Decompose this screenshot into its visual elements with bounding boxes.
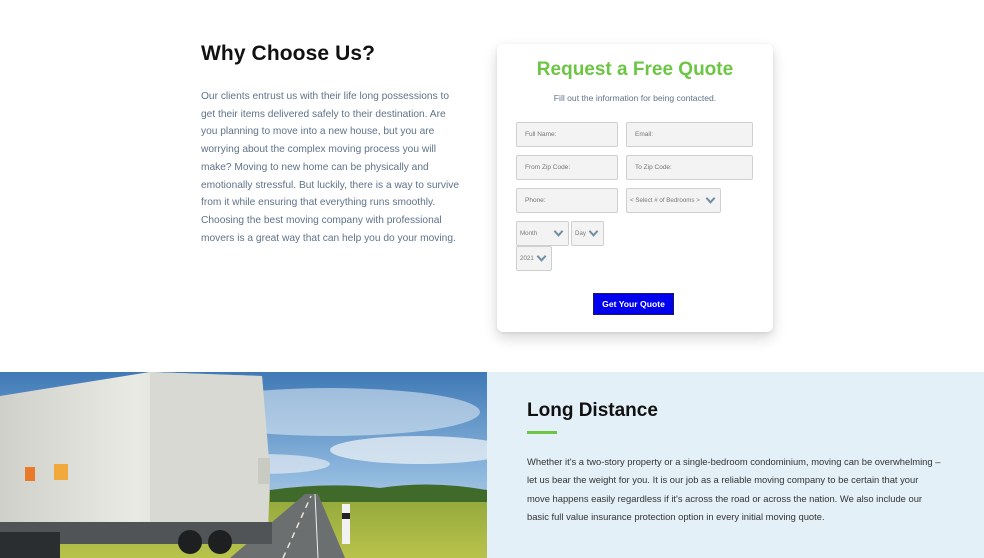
day-select-value: Day xyxy=(575,230,587,237)
phone-input[interactable] xyxy=(516,188,618,213)
long-distance-section: Long Distance Whether it's a two-story p… xyxy=(487,372,984,558)
chevron-down-icon xyxy=(553,230,564,237)
month-select-value: Month xyxy=(520,230,538,237)
chevron-down-icon xyxy=(536,255,547,262)
truck-on-highway-photo xyxy=(0,372,487,558)
from-zip-input[interactable] xyxy=(516,155,618,180)
to-zip-input[interactable] xyxy=(626,155,753,180)
bedrooms-select-value: < Select # of Bedrooms > xyxy=(630,197,700,204)
title-underline-divider xyxy=(527,431,557,434)
chevron-down-icon xyxy=(705,197,716,204)
quote-form-card: Request a Free Quote Fill out the inform… xyxy=(497,44,773,332)
long-distance-text: Whether it's a two-story property or a s… xyxy=(527,456,941,522)
why-choose-us-text: Our clients entrust us with their life l… xyxy=(201,91,459,244)
quote-form-subtitle: Fill out the information for being conta… xyxy=(553,93,717,103)
email-input[interactable] xyxy=(626,122,753,147)
why-choose-us-title: Why Choose Us? xyxy=(201,42,376,65)
get-your-quote-button[interactable]: Get Your Quote xyxy=(593,293,674,315)
chevron-down-icon xyxy=(588,230,599,237)
quote-form-title: Request a Free Quote xyxy=(536,59,734,80)
truck-photo-illustration xyxy=(0,372,487,558)
year-select-value: 2021 xyxy=(520,255,534,262)
month-select[interactable]: Month xyxy=(516,221,569,246)
full-name-input[interactable] xyxy=(516,122,618,147)
bedrooms-select[interactable]: < Select # of Bedrooms > xyxy=(626,188,721,213)
day-select[interactable]: Day xyxy=(571,221,604,246)
year-select[interactable]: 2021 xyxy=(516,246,552,271)
why-choose-us-section: Why Choose Us? Our clients entrust us wi… xyxy=(201,42,463,247)
long-distance-title: Long Distance xyxy=(527,400,658,421)
